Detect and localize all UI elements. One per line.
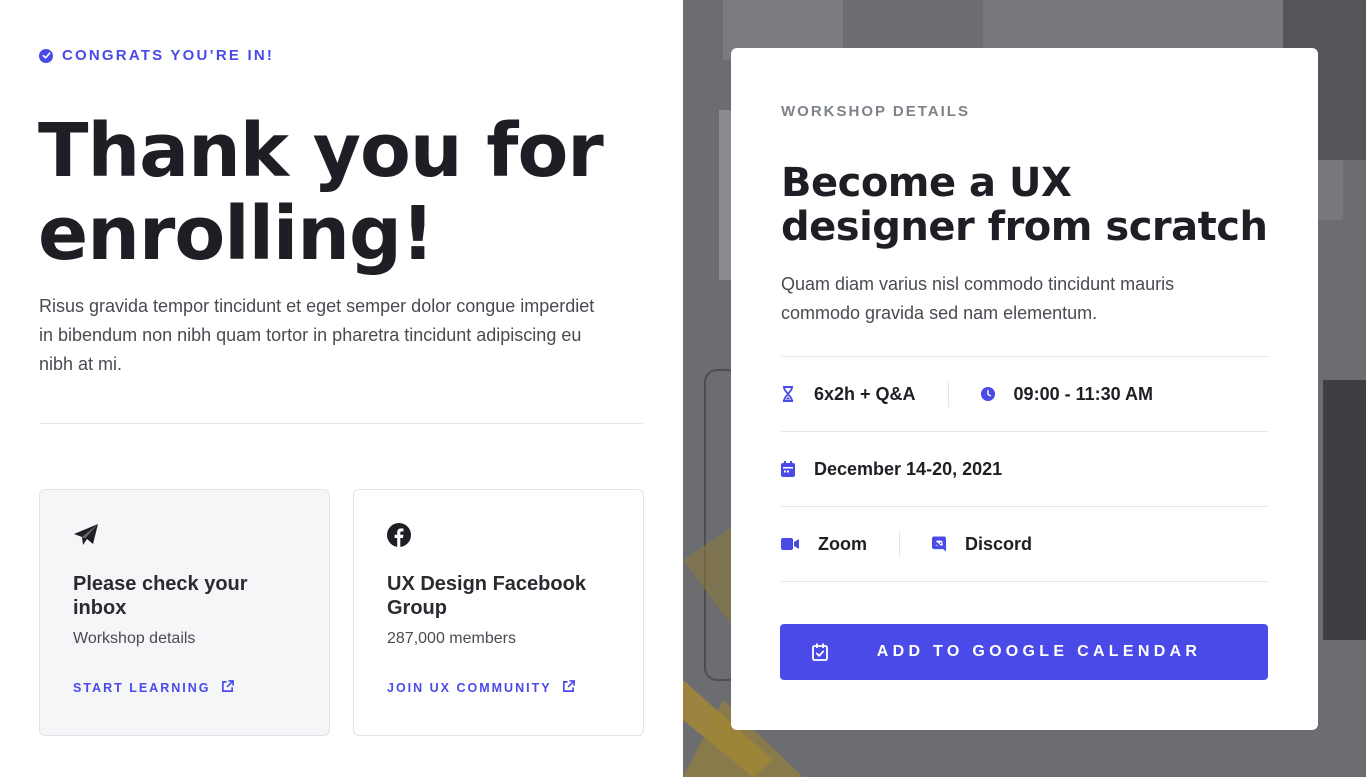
separator xyxy=(947,381,949,407)
video-camera-icon xyxy=(781,536,799,552)
community-card: UX Design Facebook Group 287,000 members… xyxy=(353,489,644,736)
duration-label: 6x2h + Q&A xyxy=(814,383,916,404)
check-circle-icon xyxy=(39,48,53,63)
date-item: December 14-20, 2021 xyxy=(781,459,1002,480)
page-description: Risus gravida tempor tincidunt et eget s… xyxy=(39,296,595,374)
inbox-card-title: Please check your inbox xyxy=(73,573,248,619)
facebook-icon xyxy=(387,523,411,547)
community-card-subtitle: 287,000 members xyxy=(387,630,516,647)
time-label: 09:00 - 11:30 AM xyxy=(1013,383,1153,404)
time-item: 09:00 - 11:30 AM xyxy=(980,383,1153,405)
add-to-google-calendar-label: ADD TO GOOGLE CALENDAR xyxy=(876,643,1202,660)
paper-plane-icon xyxy=(73,523,98,547)
date-label: December 14-20, 2021 xyxy=(814,458,1003,479)
start-learning-label: START LEARNING xyxy=(73,681,211,695)
discord-icon xyxy=(932,536,946,552)
inbox-card-subtitle: Workshop details xyxy=(73,630,196,647)
inbox-card: Please check your inbox Workshop details… xyxy=(39,489,330,736)
join-community-link[interactable]: JOIN UX COMMUNITY xyxy=(387,680,575,696)
congrats-badge: CONGRATS YOU’RE IN! xyxy=(39,47,274,64)
zoom-label: Zoom xyxy=(818,533,867,554)
start-learning-link[interactable]: START LEARNING xyxy=(73,680,234,696)
congrats-label: CONGRATS YOU’RE IN! xyxy=(62,47,275,64)
workshop-description: Quam diam varius nisl commodo tincidunt … xyxy=(781,274,1175,323)
duration-item: 6x2h + Q&A xyxy=(781,384,916,405)
confirmation-section: CONGRATS YOU’RE IN! Thank you for enroll… xyxy=(0,0,683,777)
discord-label: Discord xyxy=(965,533,1033,554)
page-title: Thank you for enrolling! xyxy=(38,108,604,277)
zoom-item: Zoom xyxy=(781,534,867,555)
clock-icon xyxy=(980,386,995,402)
add-to-google-calendar-button[interactable]: ADD TO GOOGLE CALENDAR xyxy=(780,624,1268,680)
date-row: December 14-20, 2021 xyxy=(781,457,1002,481)
external-link-icon xyxy=(562,680,575,696)
calendar-icon xyxy=(781,461,795,477)
discord-item: Discord xyxy=(932,534,1032,555)
divider xyxy=(781,581,1268,582)
schedule-row: 6x2h + Q&A 09:00 - 11:30 AM xyxy=(781,381,1153,407)
hourglass-icon xyxy=(781,386,795,402)
community-card-title: UX Design Facebook Group xyxy=(387,573,586,619)
join-community-label: JOIN UX COMMUNITY xyxy=(387,681,552,695)
divider xyxy=(39,423,643,424)
workshop-details-panel: WORKSHOP DETAILS Become a UX designer fr… xyxy=(731,48,1318,730)
workshop-eyebrow: WORKSHOP DETAILS xyxy=(781,103,970,120)
separator xyxy=(899,531,900,557)
divider xyxy=(781,506,1268,507)
workshop-title: Become a UX designer from scratch xyxy=(781,160,1268,250)
divider xyxy=(781,431,1268,432)
external-link-icon xyxy=(221,680,234,696)
divider xyxy=(781,356,1268,357)
platform-row: Zoom Discord xyxy=(781,531,1032,557)
